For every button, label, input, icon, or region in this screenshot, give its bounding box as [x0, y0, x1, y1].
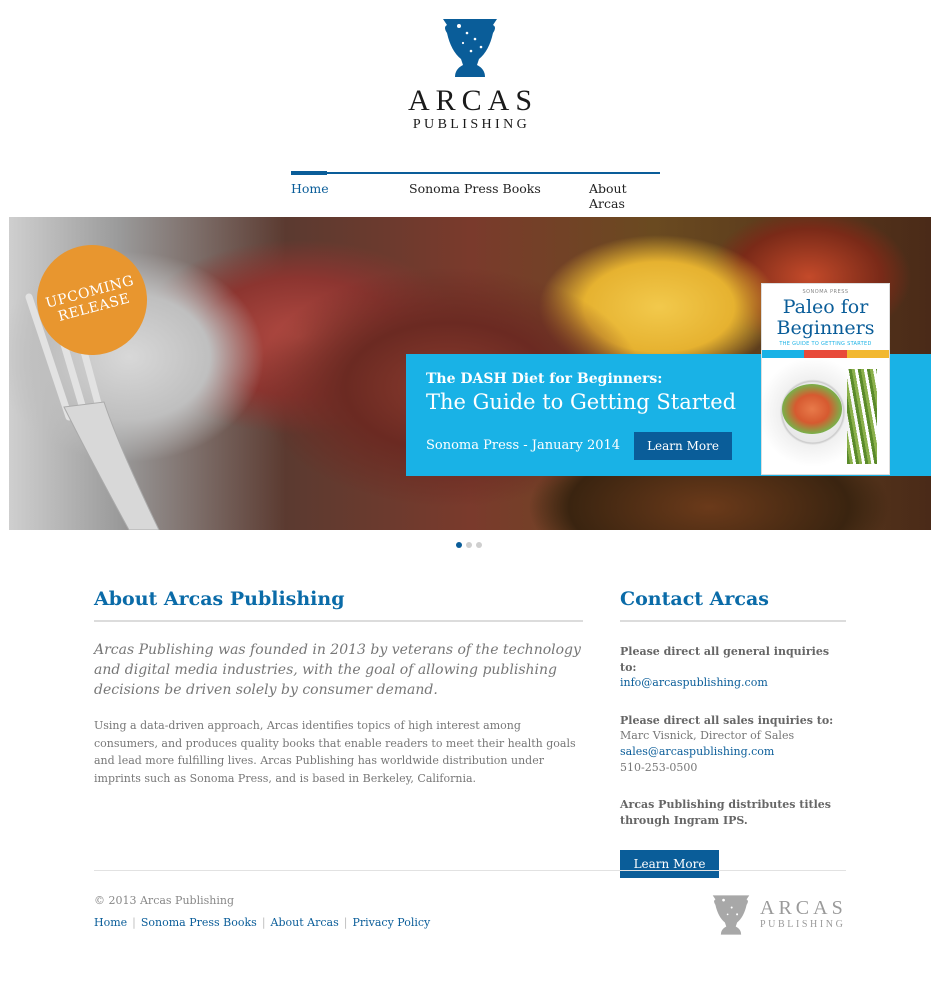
slider-dot-1[interactable]	[456, 542, 462, 548]
footer-urn-icon	[712, 895, 750, 935]
about-body: Using a data-driven approach, Arcas iden…	[94, 719, 576, 786]
footer-separator: |	[343, 916, 348, 929]
sales-label: Please direct all sales inquiries to:	[620, 713, 834, 727]
book-subtitle: THE GUIDE TO GETTING STARTED	[779, 341, 872, 347]
book-plate-food	[782, 384, 842, 434]
about-heading: About Arcas Publishing	[94, 588, 583, 622]
logo-subtitle: PUBLISHING	[412, 117, 531, 132]
site-logo[interactable]: ARCAS PUBLISHING	[0, 17, 940, 133]
footer-link-about-arcas[interactable]: About Arcas	[271, 916, 339, 929]
nav-item-about-arcas[interactable]: About Arcas	[589, 181, 660, 211]
logo-wordmark: ARCAS	[407, 84, 539, 117]
footer-link-privacy-policy[interactable]: Privacy Policy	[352, 916, 430, 929]
contact-general: Please direct all general inquiries to: …	[620, 644, 846, 691]
footer-separator: |	[261, 916, 266, 929]
sales-email-link[interactable]: sales@arcaspublishing.com	[620, 745, 774, 758]
distribution-text: Arcas Publishing distributes titles thro…	[620, 798, 832, 827]
hero-learn-more-button[interactable]: Learn More	[634, 432, 732, 460]
book-title: Paleo for Beginners	[762, 297, 889, 339]
nav-active-indicator	[291, 171, 327, 175]
about-section: About Arcas Publishing Arcas Publishing …	[94, 588, 583, 788]
nav-item-sonoma-press-books[interactable]: Sonoma Press Books	[409, 181, 541, 196]
book-title-line-2: Beginners	[776, 317, 875, 339]
promo-title: The Guide to Getting Started	[426, 390, 737, 414]
promo-kicker: The DASH Diet for Beginners:	[426, 371, 663, 387]
book-title-line-1: Paleo for	[782, 296, 869, 318]
footer-logo-subtitle: PUBLISHING	[760, 919, 846, 930]
footer-logo-wordmark: ARCAS	[760, 897, 847, 919]
general-email-link[interactable]: info@arcaspublishing.com	[620, 676, 768, 689]
slider-dot-3[interactable]	[476, 542, 482, 548]
general-label: Please direct all general inquiries to:	[620, 645, 830, 674]
slider-dot-2[interactable]	[466, 542, 472, 548]
sales-phone: 510-253-0500	[620, 760, 698, 774]
promo-meta: Sonoma Press - January 2014	[426, 438, 621, 453]
main-nav: Home Sonoma Press Books About Arcas	[291, 171, 660, 211]
about-lead: Arcas Publishing was founded in 2013 by …	[94, 642, 581, 698]
footer-separator: |	[132, 916, 136, 929]
book-asparagus	[847, 369, 877, 464]
nav-item-home[interactable]: Home	[291, 181, 329, 196]
book-press: SONOMA PRESS	[802, 289, 849, 295]
contact-learn-more-button[interactable]: Learn More	[620, 850, 719, 879]
footer-links: Home | Sonoma Press Books | About Arcas | Priv…	[94, 916, 430, 929]
slider-dots	[456, 542, 482, 548]
footer-logo[interactable]: ARCAS PUBLISHING	[711, 894, 851, 938]
urn-icon	[443, 19, 497, 77]
book-color-strip	[762, 350, 889, 358]
book-cover[interactable]: SONOMA PRESS Paleo for Beginners THE GUI…	[761, 283, 890, 475]
contact-sales: Please direct all sales inquiries to: Ma…	[620, 713, 846, 775]
footer-copyright: © 2013 Arcas Publishing	[94, 894, 234, 907]
sales-name: Marc Visnick, Director of Sales	[620, 729, 795, 743]
hero-slider[interactable]: UPCOMING RELEASE The DASH Diet for Begin…	[9, 217, 931, 530]
footer-link-home[interactable]: Home	[94, 916, 127, 929]
footer-link-sonoma-press-books[interactable]: Sonoma Press Books	[141, 916, 257, 929]
contact-distribution: Arcas Publishing distributes titles thro…	[620, 797, 846, 828]
contact-section: Contact Arcas Please direct all general …	[620, 588, 846, 879]
contact-heading: Contact Arcas	[620, 588, 846, 622]
footer-divider	[94, 870, 846, 871]
